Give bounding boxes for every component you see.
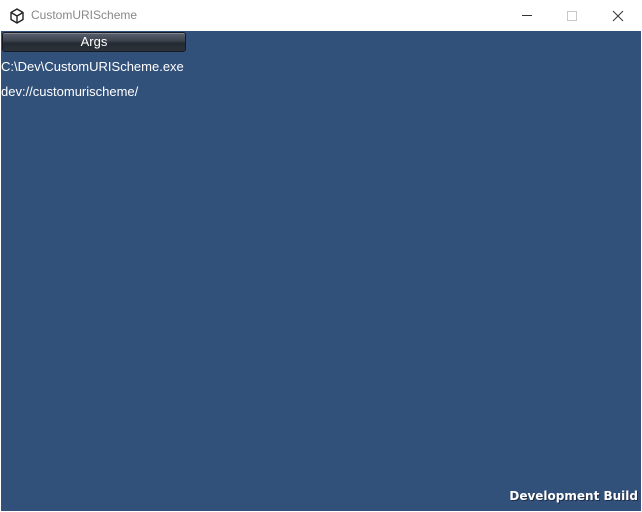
uri-argument-text: dev://customurischeme/ — [1, 84, 139, 99]
title-bar[interactable]: CustomURIScheme — [0, 0, 642, 31]
development-build-label: Development Build — [509, 489, 638, 503]
unity-logo-icon — [9, 8, 25, 24]
args-button[interactable]: Args — [2, 32, 186, 52]
window-title: CustomURIScheme — [31, 8, 138, 22]
maximize-icon — [567, 11, 577, 21]
maximize-button[interactable] — [549, 0, 595, 31]
close-button[interactable] — [595, 0, 641, 31]
app-window: CustomURIScheme Args C:\Dev\CustomURISch… — [0, 0, 642, 512]
game-view: Args C:\Dev\CustomURIScheme.exe dev://cu… — [1, 31, 641, 511]
minimize-button[interactable] — [504, 0, 550, 31]
executable-path-text: C:\Dev\CustomURIScheme.exe — [1, 59, 184, 74]
close-icon — [612, 10, 624, 22]
minimize-icon — [522, 15, 532, 16]
